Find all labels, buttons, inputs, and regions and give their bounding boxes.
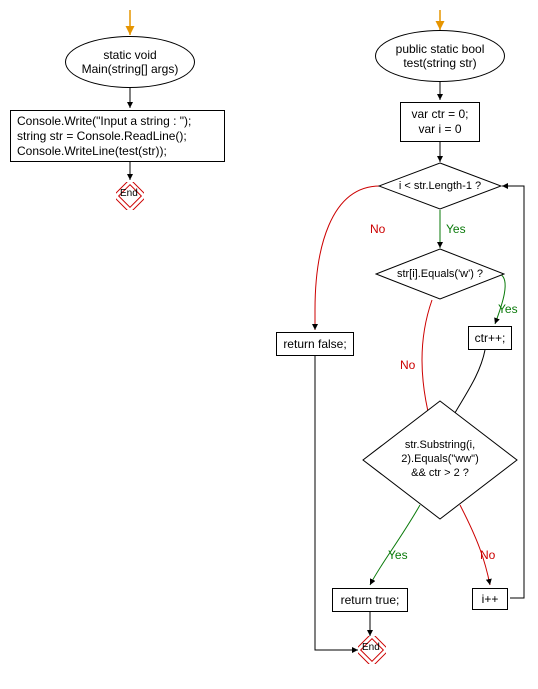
return-true: return true; bbox=[332, 588, 408, 612]
main-body-text: Console.Write("Input a string : "); stri… bbox=[17, 114, 191, 159]
cond3-no: No bbox=[480, 548, 495, 562]
cond1-yes: Yes bbox=[446, 222, 466, 236]
cond-equals-w-text: str[i].Equals('w') ? bbox=[397, 268, 483, 280]
i-increment-text: i++ bbox=[482, 592, 499, 606]
main-start: static void Main(string[] args) bbox=[65, 36, 195, 88]
main-body: Console.Write("Input a string : "); stri… bbox=[10, 110, 225, 162]
init-block: var ctr = 0; var i = 0 bbox=[400, 102, 480, 142]
cond2-no: No bbox=[400, 358, 415, 372]
init-text: var ctr = 0; var i = 0 bbox=[411, 107, 468, 137]
cond-substring-text: str.Substring(i, 2).Equals("ww") && ctr … bbox=[401, 439, 479, 480]
test-end-label: End bbox=[362, 642, 380, 653]
cond2-yes: Yes bbox=[498, 302, 518, 316]
return-false: return false; bbox=[276, 332, 354, 356]
cond-substring: str.Substring(i, 2).Equals("ww") && ctr … bbox=[362, 400, 518, 520]
ctr-increment-text: ctr++; bbox=[475, 331, 506, 345]
main-start-label: static void Main(string[] args) bbox=[82, 48, 179, 77]
cond-length-text: i < str.Length-1 ? bbox=[399, 180, 481, 192]
test-start-label: public static bool test(string str) bbox=[396, 42, 485, 71]
return-true-text: return true; bbox=[341, 593, 400, 607]
return-false-text: return false; bbox=[283, 337, 346, 351]
ctr-increment: ctr++; bbox=[468, 326, 512, 350]
main-end-label: End bbox=[120, 188, 138, 199]
cond-equals-w: str[i].Equals('w') ? bbox=[375, 248, 505, 300]
cond1-no: No bbox=[370, 222, 385, 236]
i-increment: i++ bbox=[472, 588, 508, 610]
cond3-yes: Yes bbox=[388, 548, 408, 562]
cond-length: i < str.Length-1 ? bbox=[378, 162, 502, 210]
test-start: public static bool test(string str) bbox=[375, 30, 505, 82]
